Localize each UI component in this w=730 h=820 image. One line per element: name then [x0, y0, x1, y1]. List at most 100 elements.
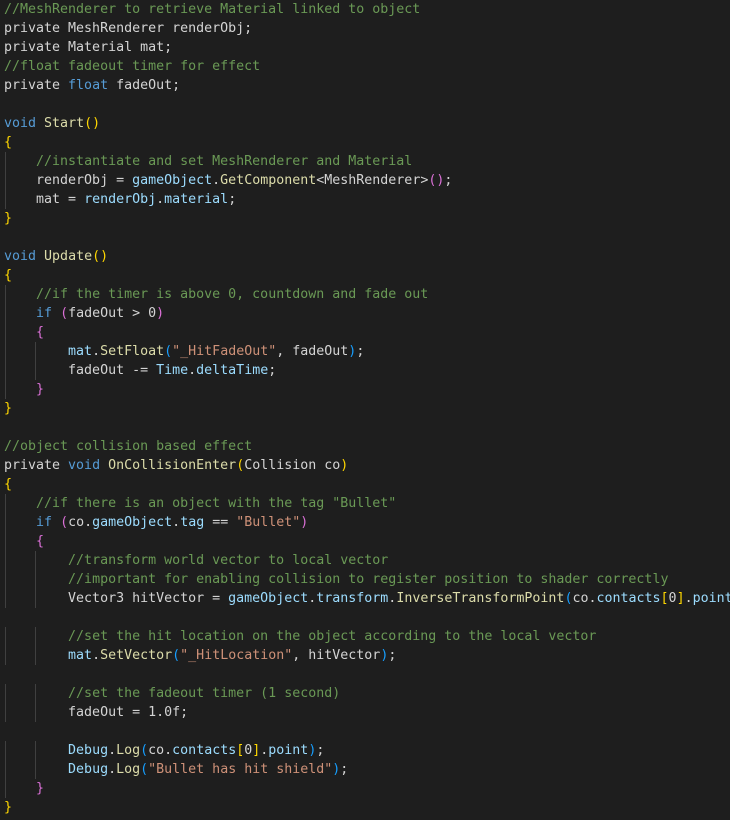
indent-guide	[35, 646, 37, 665]
code-token-brace1: ]	[676, 591, 685, 606]
code-token-brace1: [	[660, 591, 669, 606]
code-token-comment: //important for enabling collision to re…	[68, 572, 669, 587]
code-token-variable: point	[268, 743, 309, 758]
indent-guide	[35, 551, 37, 570]
code-token-brace2: }	[36, 781, 45, 796]
indent-guide	[35, 589, 37, 608]
code-token-default: private MeshRenderer renderObj;	[4, 21, 253, 36]
code-line: }	[4, 798, 730, 817]
code-token-variable: gameObject	[132, 173, 213, 188]
code-token-method: SetVector	[100, 648, 173, 663]
code-token-variable: point	[692, 591, 730, 606]
code-line: //if the timer is above 0, countdown and…	[4, 285, 730, 304]
indent-guide	[5, 532, 6, 551]
code-token-default: mat =	[4, 192, 85, 207]
code-token-brace1: {	[4, 268, 13, 283]
code-token-keyword: if	[36, 515, 53, 530]
code-token-method: Log	[116, 762, 141, 777]
code-token-brace1: {	[4, 135, 13, 150]
code-line: private void OnCollisionEnter(Collision …	[4, 456, 730, 475]
code-line: mat = renderObj.material;	[4, 190, 730, 209]
code-token-default: .	[212, 173, 221, 188]
code-token-comment: //object collision based effect	[4, 439, 253, 454]
code-token-default: , fadeOut	[276, 344, 349, 359]
code-token-default: .	[156, 192, 165, 207]
code-editor[interactable]: //MeshRenderer to retrieve Material link…	[0, 0, 730, 820]
code-token-default: co.	[148, 743, 173, 758]
code-text-area[interactable]: //MeshRenderer to retrieve Material link…	[4, 0, 730, 817]
code-line: Debug.Log("Bullet has hit shield");	[4, 760, 730, 779]
code-token-default: ;	[340, 762, 349, 777]
code-token-brace3: (	[140, 762, 149, 777]
code-token-keyword: void	[4, 116, 37, 131]
indent-guide	[35, 570, 37, 589]
code-line: {	[4, 266, 730, 285]
code-token-brace1: {	[4, 477, 13, 492]
indent-guide	[35, 342, 37, 361]
indent-guide	[5, 589, 6, 608]
code-token-default: .	[92, 648, 101, 663]
indent-guide	[5, 779, 6, 798]
code-token-default: Vector3 hitVector =	[4, 591, 229, 606]
code-token-default	[4, 781, 36, 796]
code-token-brace3: (	[164, 344, 173, 359]
code-token-variable: contacts	[596, 591, 661, 606]
code-token-default	[36, 249, 44, 264]
code-token-variable: gameObject	[92, 515, 173, 530]
code-token-default: .	[92, 344, 101, 359]
code-token-default: co.	[68, 515, 93, 530]
code-line: //float fadeout timer for effect	[4, 57, 730, 76]
code-token-default	[4, 515, 36, 530]
code-line: Vector3 hitVector = gameObject. transform…	[4, 589, 730, 608]
code-token-brace2: ()	[428, 173, 445, 188]
code-token-default: .	[108, 743, 117, 758]
code-token-method: Log	[116, 743, 141, 758]
code-token-default	[52, 306, 60, 321]
code-line: renderObj = gameObject.GetComponent<Mesh…	[4, 171, 730, 190]
code-line: //object collision based effect	[4, 437, 730, 456]
code-token-default	[4, 382, 36, 397]
indent-guide	[5, 760, 6, 779]
code-token-brace2: {	[36, 534, 45, 549]
code-token-brace2: (	[60, 306, 69, 321]
code-token-default	[4, 534, 36, 549]
code-token-method: GetComponent	[220, 173, 317, 188]
indent-guide	[5, 323, 6, 342]
code-line: //set the hit location on the object acc…	[4, 627, 730, 646]
code-token-default: private	[4, 78, 69, 93]
code-token-brace1: }	[4, 401, 13, 416]
indent-guide	[5, 304, 6, 323]
indent-guide	[5, 741, 6, 760]
code-line: }	[4, 779, 730, 798]
code-token-method: OnCollisionEnter	[108, 458, 237, 473]
code-token-brace1: ()	[92, 249, 109, 264]
code-line: {	[4, 133, 730, 152]
code-token-default	[52, 515, 60, 530]
code-line: if (fadeOut > 0)	[4, 304, 730, 323]
code-token-comment: //if there is an object with the tag "Bu…	[36, 496, 397, 511]
indent-guide	[5, 703, 6, 722]
code-token-comment: //if the timer is above 0, countdown and…	[36, 287, 429, 302]
code-token-default: fadeOut > 0	[68, 306, 157, 321]
code-token-string: "Bullet has hit shield"	[148, 762, 333, 777]
code-token-default: fadeOut = 1.0f;	[4, 705, 189, 720]
code-line: //MeshRenderer to retrieve Material link…	[4, 0, 730, 19]
code-token-default: ;	[228, 192, 237, 207]
code-token-brace1: (	[236, 458, 245, 473]
code-token-default: ==	[204, 515, 237, 530]
code-token-default: <MeshRenderer>	[316, 173, 429, 188]
code-line: }	[4, 380, 730, 399]
code-token-default: .	[684, 591, 693, 606]
code-line: fadeOut = 1.0f;	[4, 703, 730, 722]
code-line: //transform world vector to local vector	[4, 551, 730, 570]
indent-guide	[5, 190, 6, 209]
indent-guide	[5, 494, 6, 513]
code-token-variable: Debug	[68, 743, 109, 758]
code-token-method: Start	[44, 116, 85, 131]
code-token-string: "_HitFadeOut"	[172, 344, 277, 359]
code-token-variable: renderObj	[84, 192, 157, 207]
